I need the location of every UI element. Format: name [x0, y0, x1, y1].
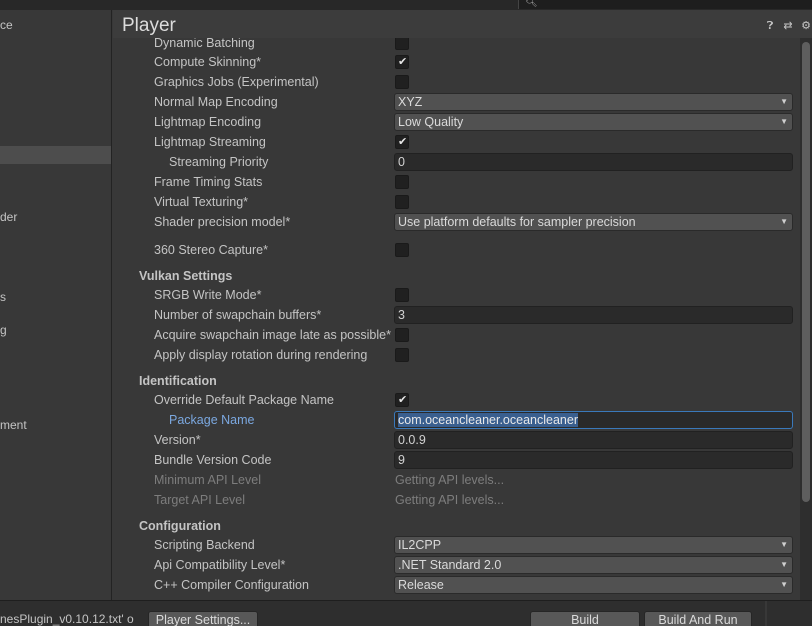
- settings-gear-icon[interactable]: ⚙︎: [800, 20, 812, 32]
- console-log-text: nesPlugin_v0.10.12.txt' o: [0, 612, 134, 626]
- row-override-package: Override Default Package Name ✔: [154, 393, 409, 407]
- section-configuration: Configuration: [139, 519, 221, 533]
- row-swapchain-buffers: Number of swapchain buffers* 3: [131, 305, 801, 325]
- build-button[interactable]: Build: [530, 611, 640, 626]
- sidebar-item[interactable]: g: [0, 321, 111, 339]
- search-icon: 🔍︎: [525, 0, 538, 8]
- help-icon[interactable]: ❓︎: [764, 20, 776, 32]
- api-compat-dropdown[interactable]: .NET Standard 2.0 ▼: [394, 556, 793, 574]
- row-lightmap-streaming: Lightmap Streaming ✔: [154, 135, 409, 149]
- row-streaming-priority: Streaming Priority 0: [131, 152, 801, 172]
- divider: [765, 601, 767, 626]
- virtual-texturing-checkbox[interactable]: [395, 195, 409, 209]
- chevron-down-icon: ▼: [780, 217, 788, 226]
- graphics-jobs-checkbox[interactable]: [395, 75, 409, 89]
- bottom-bar: nesPlugin_v0.10.12.txt' o Player Setting…: [0, 600, 812, 626]
- sidebar-item[interactable]: ment: [0, 416, 111, 434]
- section-vulkan-settings: Vulkan Settings: [139, 269, 233, 283]
- shader-precision-dropdown[interactable]: Use platform defaults for sampler precis…: [394, 213, 793, 231]
- row-dynamic-batching: Dynamic Batching: [131, 38, 801, 53]
- player-settings-content: Dynamic Batching Compute Skinning* ✔ Gra…: [131, 38, 801, 600]
- row-package-name: Package Name com.oceancleaner.oceanclean…: [131, 410, 801, 430]
- row-virtual-texturing: Virtual Texturing*: [131, 192, 801, 212]
- row-cpp-compiler: C++ Compiler Configuration Release ▼: [131, 575, 801, 595]
- row-lightmap-encoding: Lightmap Encoding Low Quality ▼: [131, 112, 801, 132]
- row-graphics-jobs: Graphics Jobs (Experimental): [131, 72, 801, 92]
- bundle-version-code-input[interactable]: 9: [394, 451, 793, 469]
- player-settings-button[interactable]: Player Settings...: [148, 611, 258, 626]
- compute-skinning-checkbox[interactable]: ✔: [395, 55, 409, 69]
- sidebar-item[interactable]: der: [0, 208, 111, 226]
- header-icons: ❓︎ ⇄ ⚙︎: [764, 20, 812, 32]
- chevron-down-icon: ▼: [780, 97, 788, 106]
- stereo-capture-checkbox[interactable]: [395, 243, 409, 257]
- display-rotation-checkbox[interactable]: [395, 348, 409, 362]
- lightmap-streaming-checkbox[interactable]: ✔: [395, 135, 409, 149]
- row-normal-map-encoding: Normal Map Encoding XYZ ▼: [131, 92, 801, 112]
- row-shader-precision: Shader precision model* Use platform def…: [131, 212, 801, 232]
- target-api-value: Getting API levels...: [395, 493, 505, 507]
- min-api-value: Getting API levels...: [395, 473, 505, 487]
- row-min-api: Minimum API Level Getting API levels...: [154, 473, 505, 487]
- row-version: Version* 0.0.9: [131, 430, 801, 450]
- row-display-rotation: Apply display rotation during rendering: [131, 345, 801, 365]
- scripting-backend-dropdown[interactable]: IL2CPP ▼: [394, 536, 793, 554]
- inspector-header: Player ❓︎ ⇄ ⚙︎: [113, 10, 812, 38]
- lightmap-encoding-dropdown[interactable]: Low Quality ▼: [394, 113, 793, 131]
- dynamic-batching-checkbox[interactable]: [395, 38, 409, 50]
- acquire-late-checkbox[interactable]: [395, 328, 409, 342]
- cpp-compiler-dropdown[interactable]: Release ▼: [394, 576, 793, 594]
- sidebar-item-selected[interactable]: [0, 146, 111, 164]
- sidebar-item[interactable]: ce: [0, 16, 111, 34]
- chevron-down-icon: ▼: [780, 540, 788, 549]
- row-srgb-write: SRGB Write Mode*: [131, 285, 801, 305]
- checkmark-icon: ✔: [398, 56, 408, 68]
- row-scripting-backend: Scripting Backend IL2CPP ▼: [131, 535, 801, 555]
- row-target-api: Target API Level Getting API levels...: [154, 493, 505, 507]
- chevron-down-icon: ▼: [780, 560, 788, 569]
- srgb-write-checkbox[interactable]: [395, 288, 409, 302]
- vertical-scrollbar[interactable]: [800, 38, 812, 600]
- search-field[interactable]: 🔍︎: [518, 0, 812, 9]
- version-input[interactable]: 0.0.9: [394, 431, 793, 449]
- chevron-down-icon: ▼: [780, 117, 788, 126]
- section-identification: Identification: [139, 374, 217, 388]
- streaming-priority-input[interactable]: 0: [394, 153, 793, 171]
- package-name-input[interactable]: com.oceancleaner.oceancleaner: [394, 411, 793, 429]
- row-acquire-late: Acquire swapchain image late as possible…: [131, 325, 801, 345]
- swapchain-buffers-input[interactable]: 3: [394, 306, 793, 324]
- presets-icon[interactable]: ⇄: [782, 20, 794, 32]
- frame-timing-stats-checkbox[interactable]: [395, 175, 409, 189]
- row-compute-skinning: Compute Skinning* ✔: [154, 55, 409, 69]
- scrollbar-thumb[interactable]: [802, 42, 810, 502]
- row-stereo-capture: 360 Stereo Capture*: [131, 240, 801, 260]
- row-bundle-version-code: Bundle Version Code 9: [131, 450, 801, 470]
- chevron-down-icon: ▼: [780, 580, 788, 589]
- sidebar-item[interactable]: s: [0, 288, 111, 306]
- override-package-checkbox[interactable]: ✔: [395, 393, 409, 407]
- checkmark-icon: ✔: [398, 136, 408, 148]
- settings-sidebar: ce der s g ment: [0, 10, 112, 600]
- build-and-run-button[interactable]: Build And Run: [644, 611, 752, 626]
- row-api-compat: Api Compatibility Level* .NET Standard 2…: [131, 555, 801, 575]
- page-title: Player: [122, 15, 176, 36]
- checkmark-icon: ✔: [398, 394, 408, 406]
- row-frame-timing-stats: Frame Timing Stats: [131, 172, 801, 192]
- normal-map-encoding-dropdown[interactable]: XYZ ▼: [394, 93, 793, 111]
